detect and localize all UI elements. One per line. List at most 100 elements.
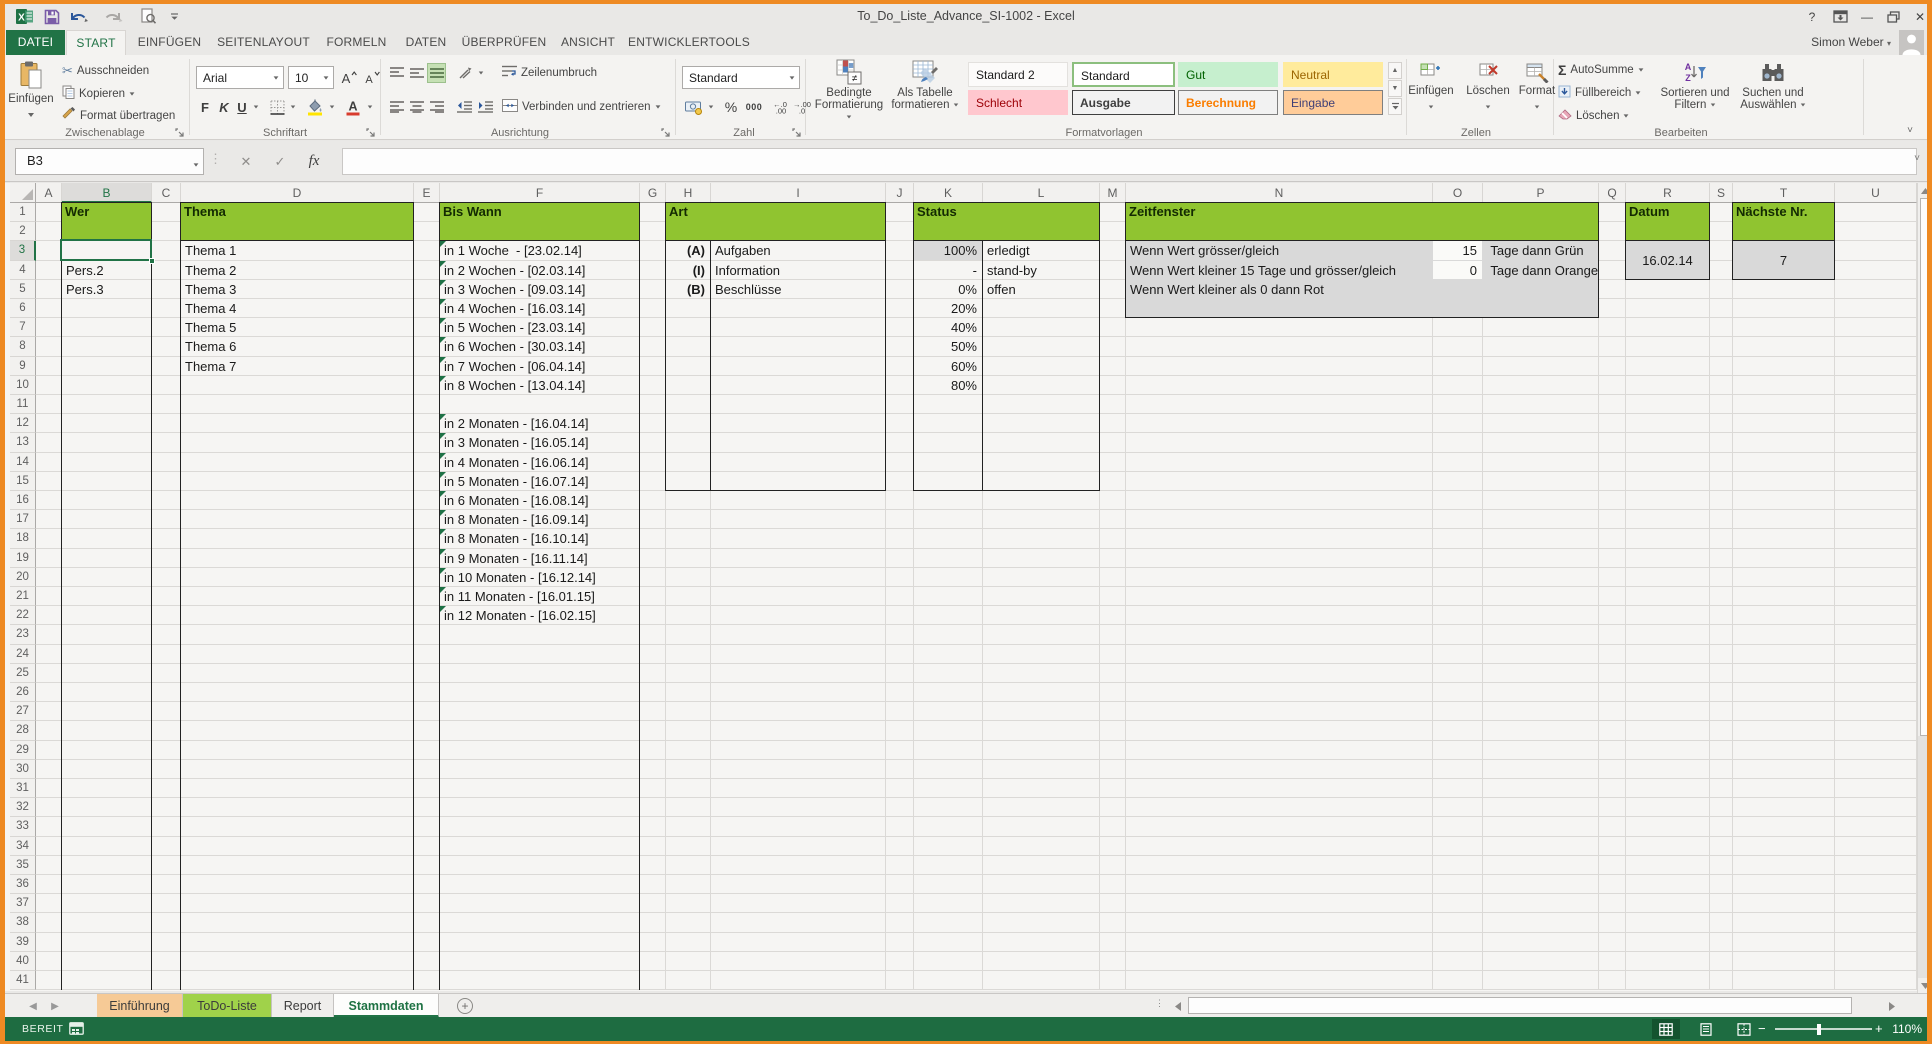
style-gallery-item[interactable]: Neutral [1283, 62, 1383, 87]
active-cell-selection[interactable] [60, 239, 152, 260]
cell-F20[interactable]: in 10 Monaten - [16.12.14] [440, 568, 639, 586]
cancel-entry-button[interactable]: ✕ [233, 148, 259, 175]
cell-O3[interactable]: 15 [1433, 241, 1482, 259]
row-header-13[interactable]: 13 [10, 433, 36, 452]
sheet-tab-todo-liste[interactable]: ToDo-Liste [183, 994, 272, 1018]
sheet-header-art[interactable]: Art [665, 202, 886, 241]
row-header-11[interactable]: 11 [10, 395, 36, 414]
style-gallery-item[interactable]: Gut [1178, 62, 1278, 87]
clear-button[interactable]: Löschen [1558, 108, 1629, 123]
row-header-38[interactable]: 38 [10, 913, 36, 932]
row-header-18[interactable]: 18 [10, 529, 36, 548]
style-gallery-item[interactable]: Standard [1072, 62, 1175, 87]
hscroll-left-arrow[interactable] [1169, 994, 1187, 1018]
row-header-27[interactable]: 27 [10, 702, 36, 721]
cut-button[interactable]: ✂ Ausschneiden [62, 63, 149, 79]
comma-style-button[interactable]: 000 [742, 96, 766, 118]
orientation-dropdown[interactable] [475, 63, 487, 83]
row-header-35[interactable]: 35 [10, 856, 36, 875]
sheet-nav-left[interactable]: ◀ [23, 994, 43, 1018]
row-header-9[interactable]: 9 [10, 357, 36, 376]
sheet-header-thema[interactable]: Thema [180, 202, 414, 241]
cell-K4[interactable]: - [914, 261, 982, 279]
cell-D8[interactable]: Thema 6 [181, 337, 413, 355]
cell-D9[interactable]: Thema 7 [181, 357, 413, 375]
cell-F14[interactable]: in 4 Monaten - [16.06.14] [440, 453, 639, 471]
cell-N5[interactable]: Wenn Wert kleiner als 0 dann Rot [1126, 280, 1432, 298]
copy-button[interactable]: Kopieren [62, 85, 135, 102]
sheet-header-bis-wann[interactable]: Bis Wann [439, 202, 640, 241]
cell-F22[interactable]: in 12 Monaten - [16.02.15] [440, 606, 639, 624]
tab-datei[interactable]: DATEI [6, 30, 65, 55]
cell-L3[interactable]: erledigt [983, 241, 1099, 259]
cell-B4[interactable]: Pers.2 [62, 261, 151, 279]
new-sheet-button[interactable]: + [457, 998, 473, 1014]
view-page-break-button[interactable] [1730, 1019, 1758, 1039]
insert-function-button[interactable]: fx [301, 148, 327, 175]
cell-N3[interactable]: Wenn Wert grösser/gleich [1126, 241, 1432, 259]
vertical-scrollbar[interactable] [1917, 183, 1927, 993]
undo-button[interactable] [67, 5, 93, 28]
row-header-3[interactable]: 3 [10, 241, 36, 260]
cell-L5[interactable]: offen [983, 280, 1099, 298]
autosum-button[interactable]: Σ AutoSumme [1558, 62, 1644, 78]
cell-P4[interactable]: Tage dann Orange [1483, 261, 1598, 279]
column-header-M[interactable]: M [1100, 183, 1126, 203]
cell-K3[interactable]: 100% [914, 241, 982, 259]
collapse-ribbon-button[interactable]: ˅ [1901, 125, 1919, 139]
cell-F17[interactable]: in 8 Monaten - [16.09.14] [440, 510, 639, 528]
zoom-level[interactable]: 110% [1884, 1017, 1922, 1041]
row-header-30[interactable]: 30 [10, 760, 36, 779]
row-header-41[interactable]: 41 [10, 971, 36, 990]
sheet-nav-right[interactable]: ▶ [45, 994, 65, 1018]
restore-button[interactable] [1882, 4, 1904, 29]
name-box[interactable]: B3 [15, 148, 204, 175]
row-header-26[interactable]: 26 [10, 683, 36, 702]
decrease-font-button[interactable]: A [361, 66, 382, 89]
cell-K6[interactable]: 20% [914, 299, 982, 317]
alignment-dialog-launcher[interactable] [661, 128, 671, 138]
format-as-table-button[interactable]: Als Tabelle formatieren [887, 59, 963, 111]
sheet-header-n-chste-nr-[interactable]: Nächste Nr. [1732, 202, 1835, 241]
view-page-layout-button[interactable] [1692, 1019, 1720, 1039]
column-header-B[interactable]: B [62, 183, 152, 203]
user-account[interactable]: Simon Weber ▾ [1811, 29, 1891, 55]
tab-entwicklertools[interactable]: ENTWICKLERTOOLS [624, 30, 754, 55]
column-header-F[interactable]: F [440, 183, 640, 203]
tab-formeln[interactable]: FORMELN [317, 30, 396, 55]
cell-K7[interactable]: 40% [914, 318, 982, 336]
sheet-header-status[interactable]: Status [913, 202, 1100, 241]
cell-H5[interactable]: (B) [666, 280, 710, 298]
cell-K8[interactable]: 50% [914, 337, 982, 355]
italic-button[interactable]: K [215, 96, 233, 118]
help-button[interactable]: ? [1801, 4, 1823, 29]
align-left-button[interactable] [387, 97, 406, 117]
zoom-slider-thumb[interactable] [1817, 1024, 1821, 1035]
namebox-splitter[interactable]: ⋮ [209, 151, 223, 167]
row-header-1[interactable]: 1 [10, 203, 36, 222]
cell-F6[interactable]: in 4 Wochen - [16.03.14] [440, 299, 639, 317]
cell-D6[interactable]: Thema 4 [181, 299, 413, 317]
hscroll-right-arrow[interactable] [1883, 994, 1901, 1018]
fill-button[interactable]: Füllbereich [1558, 85, 1641, 101]
style-gallery-item[interactable]: Standard 2 [968, 62, 1068, 87]
percent-style-button[interactable]: % [721, 96, 741, 118]
increase-indent-button[interactable] [475, 97, 495, 117]
number-dialog-launcher[interactable] [792, 128, 802, 138]
format-painter-button[interactable]: Format übertragen [62, 107, 175, 124]
cell-F13[interactable]: in 3 Monaten - [16.05.14] [440, 433, 639, 451]
tab-start[interactable]: START [66, 30, 126, 55]
cell-H3[interactable]: (A) [666, 241, 710, 259]
row-header-17[interactable]: 17 [10, 510, 36, 529]
underline-dropdown[interactable] [250, 96, 262, 118]
column-header-P[interactable]: P [1483, 183, 1599, 203]
column-header-K[interactable]: K [914, 183, 983, 203]
style-gallery-item[interactable]: Berechnung [1178, 90, 1278, 115]
cell-K9[interactable]: 60% [914, 357, 982, 375]
fill-color-dropdown[interactable] [326, 96, 338, 118]
zoom-out-button[interactable]: − [1758, 1017, 1766, 1041]
cell-F8[interactable]: in 6 Wochen - [30.03.14] [440, 337, 639, 355]
row-header-36[interactable]: 36 [10, 875, 36, 894]
column-header-I[interactable]: I [711, 183, 886, 203]
cell-K10[interactable]: 80% [914, 376, 982, 394]
